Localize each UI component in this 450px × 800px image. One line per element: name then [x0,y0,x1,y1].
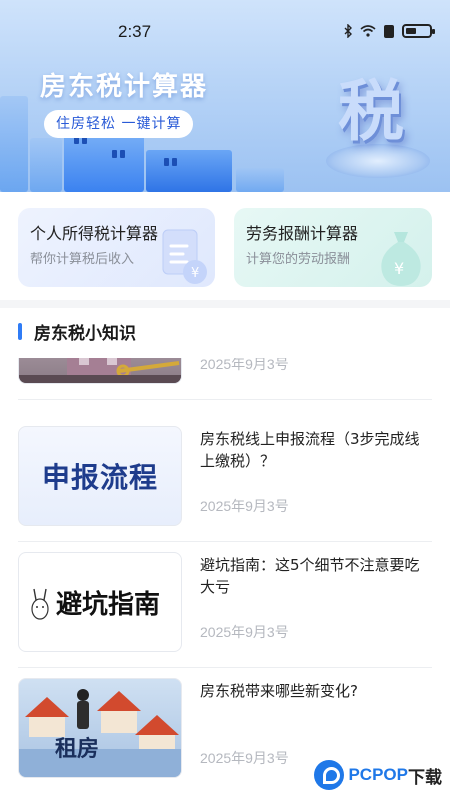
section-divider [0,300,450,308]
news-item[interactable]: 避坑指南 避坑指南：这5个细节不注意要吃大亏 2025年9月3号 [18,552,432,668]
status-bar: 2:37 [0,0,450,41]
building-decoration [0,96,28,192]
money-bag-icon: ¥ [381,232,421,286]
notification-icon [384,24,394,38]
building-decoration [30,138,62,192]
thumbnail-text: 租房 [55,737,100,762]
pcpop-logo-icon [314,760,345,790]
document-yen-icon: ¥ [162,229,207,284]
news-title: 房东税线上申报流程（3步完成线上缴税）？ [200,430,420,470]
pcpop-watermark: PCPOP 下载 [314,760,442,790]
list-separator [18,541,432,542]
income-tax-calculator-card[interactable]: 个人所得税计算器 帮你计算税后收入 ¥ [18,208,215,287]
section-title: 房东税小知识 [34,323,136,344]
watermark-suffix: 下载 [408,767,442,787]
bluetooth-icon [344,24,352,38]
building-decoration [146,150,232,192]
news-thumbnail: 申报流程 [18,426,182,526]
card-title: 劳务报酬计算器 [246,224,359,243]
card-description: 计算您的劳动报酬 [246,252,351,267]
watermark-brand: PCPOP [348,765,408,784]
news-item[interactable]: 申报流程 房东税线上申报流程（3步完成线上缴税）？ 2025年9月3号 [18,426,432,542]
tax-emblem-char: 税 [338,73,404,150]
card-description: 帮你计算税后收入 [30,252,135,267]
list-separator [18,667,432,668]
news-thumbnail: 租房 [18,678,182,778]
news-date: 2025年9月3号 [200,498,289,514]
wifi-icon [360,25,376,37]
svg-text:¥: ¥ [394,259,404,278]
list-separator [18,399,432,400]
status-time: 2:37 [118,22,152,41]
battery-icon [402,24,435,38]
news-list[interactable]: 2025年9月3号 申报流程 房东税线上申报流程（3步完成线上缴税）？ 2025… [0,358,450,800]
building-decoration [236,168,284,192]
app-title: 房东税计算器 [40,72,209,102]
card-title: 个人所得税计算器 [30,224,159,243]
news-date: 2025年9月3号 [200,358,289,372]
labor-remuneration-calculator-card[interactable]: 劳务报酬计算器 计算您的劳动报酬 ¥ [234,208,432,287]
thumbnail-text: 避坑指南 [55,589,160,620]
news-thumbnail: 避坑指南 [18,552,182,652]
tax-emblem-illustration: 税 [320,56,432,186]
news-item[interactable]: 2025年9月3号 [18,358,432,400]
news-thumbnail [18,358,182,384]
status-icons [344,24,435,38]
house-keys-image [19,358,181,383]
news-title: 避坑指南：这5个细节不注意要吃大亏 [200,556,420,596]
section-header: 房东税小知识 [18,320,136,344]
app-slogan: 住房轻松 一键计算 [44,110,194,138]
news-title: 房东税带来哪些新变化? [200,682,358,700]
hero-banner: 2:37 房东税计算器 住房轻松 一键计算 税 [0,0,450,192]
news-date: 2025年9月3号 [200,750,289,766]
thumbnail-text: 申报流程 [41,461,158,494]
section-accent-bar [18,322,22,340]
news-date: 2025年9月3号 [200,624,289,640]
svg-text:¥: ¥ [191,266,199,281]
